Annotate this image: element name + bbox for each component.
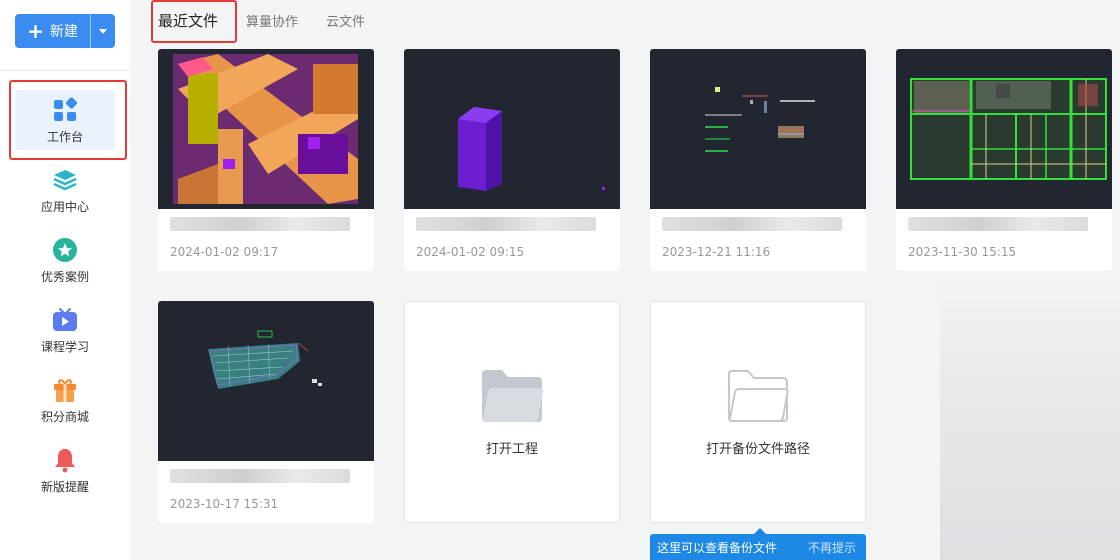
sidebar-item-update-notice[interactable]: 新版提醒 [15, 440, 115, 500]
open-backup-path-label: 打开备份文件路径 [705, 441, 810, 457]
file-name-blurred [908, 217, 1088, 231]
file-tabs: 最近文件 算量协作 云文件 [150, 0, 393, 40]
file-date: 2024-01-02 09:17 [170, 245, 279, 259]
sidebar-item-app-center[interactable]: 应用中心 [15, 160, 115, 220]
grid-diamond-icon [54, 97, 78, 121]
background-drawing-strip [940, 270, 1120, 560]
layers-icon [53, 170, 77, 191]
file-thumbnail [650, 49, 866, 209]
sidebar-divider [0, 70, 130, 71]
open-backup-path-card[interactable]: 打开备份文件路径 [650, 301, 866, 523]
new-button-main[interactable]: + 新建 [15, 14, 91, 48]
file-date: 2024-01-02 09:15 [416, 245, 525, 259]
sidebar-item-cases[interactable]: 优秀案例 [15, 230, 115, 290]
file-thumbnail [896, 49, 1112, 209]
file-name-blurred [170, 469, 350, 483]
sidebar-item-label: 优秀案例 [40, 270, 89, 284]
backup-tooltip: 这里可以查看备份文件 不再提示 [650, 528, 866, 560]
new-dropdown-button[interactable] [91, 14, 115, 48]
file-card[interactable]: 2023-12-21 11:16 [650, 49, 866, 271]
folder-outline-icon [728, 369, 789, 422]
file-card[interactable]: 2023-11-30 15:15 [896, 49, 1112, 271]
file-thumbnail [158, 49, 374, 209]
star-badge-icon [53, 238, 77, 262]
caret-down-icon [99, 28, 107, 34]
file-thumbnail [158, 301, 374, 461]
tab-cloud-files[interactable]: 云文件 [326, 11, 365, 30]
file-name-blurred [662, 217, 842, 231]
file-date: 2023-12-21 11:16 [662, 245, 771, 259]
file-card[interactable]: 2024-01-02 09:17 [158, 49, 374, 271]
file-name-blurred [170, 217, 350, 231]
sidebar-item-label: 应用中心 [40, 200, 89, 214]
new-button-label: 新建 [49, 24, 78, 40]
video-tv-icon [53, 308, 77, 331]
sidebar-item-label: 课程学习 [40, 340, 89, 354]
sidebar-item-workbench[interactable]: 工作台 [15, 90, 115, 150]
file-thumbnail [404, 49, 620, 209]
file-date: 2023-10-17 15:31 [170, 497, 279, 511]
folder-icon [482, 369, 544, 422]
sidebar-item-label: 新版提醒 [40, 480, 89, 494]
file-card[interactable]: 2024-01-02 09:15 [404, 49, 620, 271]
bell-icon [55, 449, 75, 473]
tab-quantity-collab[interactable]: 算量协作 [246, 11, 298, 30]
sidebar-item-courses[interactable]: 课程学习 [15, 300, 115, 360]
sidebar: + 新建 工作台 应用中心 优秀案例 课程学习 积分商城 新版提醒 [0, 0, 130, 560]
file-name-blurred [416, 217, 596, 231]
tooltip-text: 这里可以查看备份文件 [657, 540, 778, 555]
sidebar-item-label: 积分商城 [40, 410, 89, 424]
sidebar-item-label: 工作台 [46, 130, 83, 144]
gift-icon [54, 379, 76, 402]
file-date: 2023-11-30 15:15 [908, 245, 1017, 259]
tab-recent-files[interactable]: 最近文件 [158, 10, 218, 31]
open-project-card[interactable]: 打开工程 [404, 301, 620, 523]
sidebar-item-points-mall[interactable]: 积分商城 [15, 370, 115, 430]
plus-icon: + [27, 19, 44, 43]
file-card[interactable]: 2023-10-17 15:31 [158, 301, 374, 523]
tooltip-dismiss-link[interactable]: 不再提示 [808, 539, 856, 556]
open-project-label: 打开工程 [485, 441, 538, 457]
new-button[interactable]: + 新建 [15, 14, 115, 48]
